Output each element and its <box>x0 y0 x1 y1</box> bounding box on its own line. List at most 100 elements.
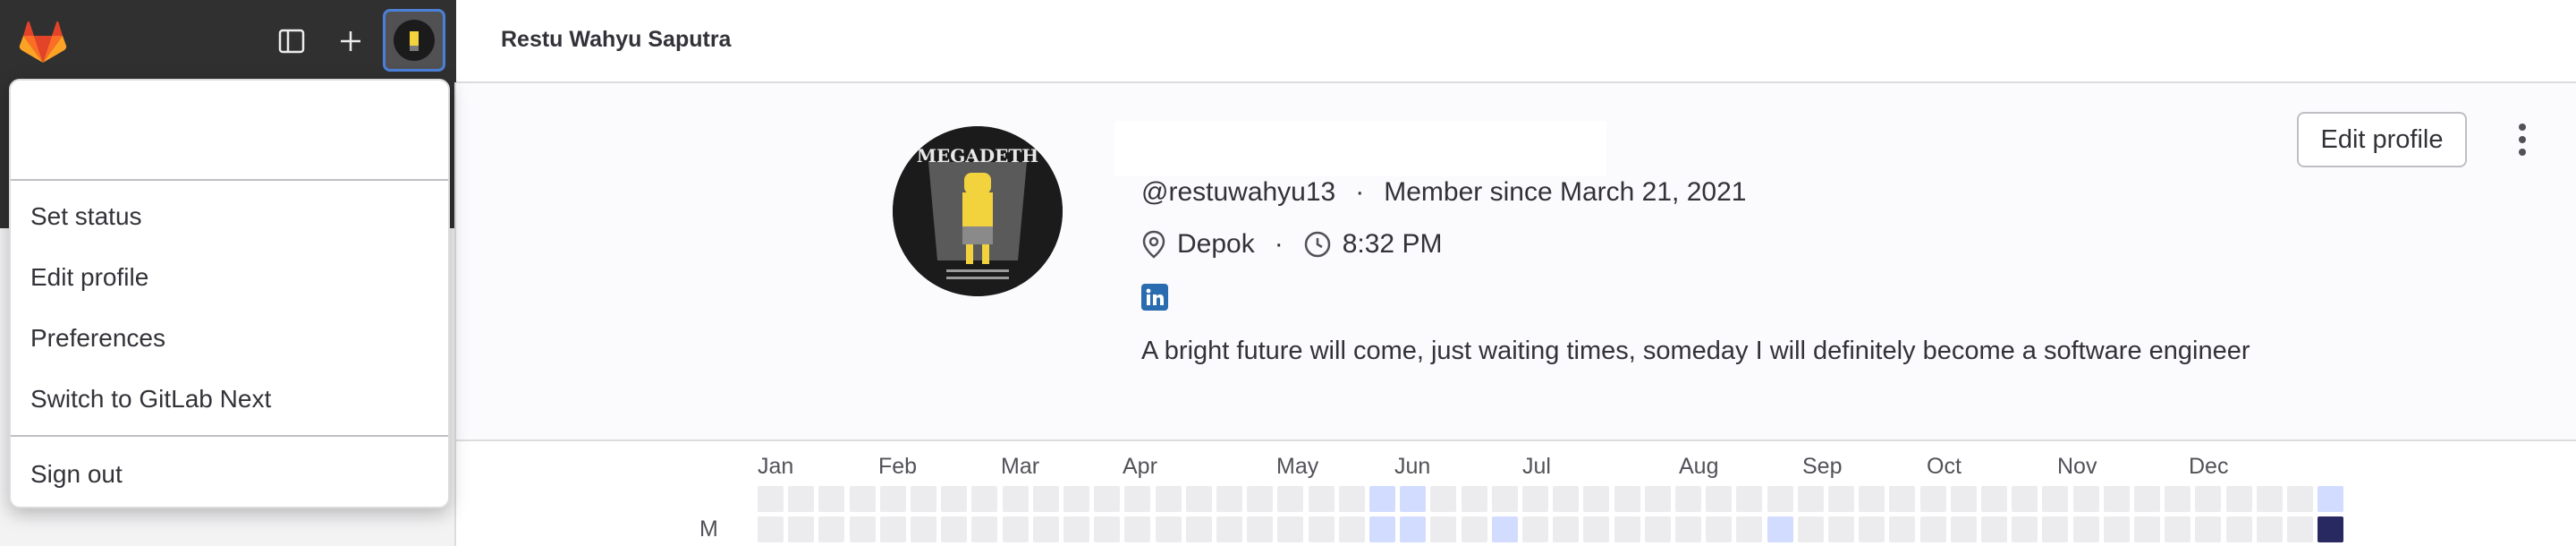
calendar-day-cell[interactable] <box>1247 486 1274 512</box>
calendar-day-cell[interactable] <box>2134 516 2160 542</box>
calendar-day-cell[interactable] <box>1491 486 1518 512</box>
calendar-day-cell[interactable] <box>1675 486 1701 512</box>
calendar-day-cell[interactable] <box>941 486 968 512</box>
calendar-day-cell[interactable] <box>788 516 815 542</box>
calendar-day-cell[interactable] <box>1553 516 1580 542</box>
more-actions-icon[interactable] <box>2504 117 2540 162</box>
calendar-day-cell[interactable] <box>2103 516 2130 542</box>
calendar-day-cell[interactable] <box>1491 516 1518 542</box>
calendar-day-cell[interactable] <box>1369 486 1395 512</box>
calendar-day-cell[interactable] <box>818 486 845 512</box>
calendar-day-cell[interactable] <box>1002 486 1029 512</box>
calendar-day-cell[interactable] <box>1155 516 1182 542</box>
calendar-day-cell[interactable] <box>758 516 784 542</box>
calendar-day-cell[interactable] <box>2165 516 2191 542</box>
create-new-icon[interactable] <box>329 20 372 63</box>
calendar-day-cell[interactable] <box>1736 516 1763 542</box>
calendar-day-cell[interactable] <box>788 486 815 512</box>
calendar-day-cell[interactable] <box>1675 516 1701 542</box>
calendar-day-cell[interactable] <box>2195 516 2222 542</box>
calendar-day-cell[interactable] <box>1094 516 1121 542</box>
calendar-day-cell[interactable] <box>849 516 876 542</box>
calendar-day-cell[interactable] <box>1614 486 1640 512</box>
calendar-day-cell[interactable] <box>2042 516 2069 542</box>
calendar-day-cell[interactable] <box>1981 516 2007 542</box>
calendar-day-cell[interactable] <box>1063 486 1089 512</box>
calendar-day-cell[interactable] <box>818 516 845 542</box>
calendar-day-cell[interactable] <box>1185 516 1212 542</box>
calendar-day-cell[interactable] <box>1950 486 1977 512</box>
calendar-day-cell[interactable] <box>1706 486 1733 512</box>
calendar-day-cell[interactable] <box>1859 516 1885 542</box>
sign-out-item[interactable]: Sign out <box>11 444 448 505</box>
calendar-day-cell[interactable] <box>1522 486 1548 512</box>
calendar-day-cell[interactable] <box>1583 516 1610 542</box>
calendar-day-cell[interactable] <box>1461 486 1487 512</box>
calendar-day-cell[interactable] <box>1277 486 1304 512</box>
calendar-day-cell[interactable] <box>1889 486 1916 512</box>
calendar-day-cell[interactable] <box>1889 516 1916 542</box>
edit-profile-item[interactable]: Edit profile <box>11 247 448 308</box>
calendar-day-cell[interactable] <box>1706 516 1733 542</box>
calendar-day-cell[interactable] <box>1644 486 1671 512</box>
calendar-day-cell[interactable] <box>1277 516 1304 542</box>
linkedin-icon[interactable] <box>1141 284 1168 311</box>
calendar-day-cell[interactable] <box>1981 486 2007 512</box>
calendar-day-cell[interactable] <box>1797 486 1824 512</box>
calendar-day-cell[interactable] <box>1032 486 1059 512</box>
calendar-day-cell[interactable] <box>2195 486 2222 512</box>
calendar-day-cell[interactable] <box>2256 486 2283 512</box>
user-avatar-button[interactable] <box>383 9 445 72</box>
calendar-day-cell[interactable] <box>1338 486 1365 512</box>
calendar-day-cell[interactable] <box>1828 516 1854 542</box>
calendar-day-cell[interactable] <box>758 486 784 512</box>
calendar-day-cell[interactable] <box>1216 516 1242 542</box>
calendar-day-cell[interactable] <box>1063 516 1089 542</box>
calendar-day-cell[interactable] <box>2165 486 2191 512</box>
calendar-day-cell[interactable] <box>2103 486 2130 512</box>
calendar-day-cell[interactable] <box>1338 516 1365 542</box>
calendar-day-cell[interactable] <box>971 486 998 512</box>
calendar-day-cell[interactable] <box>1583 486 1610 512</box>
calendar-day-cell[interactable] <box>849 486 876 512</box>
sidebar-toggle-icon[interactable] <box>270 20 313 63</box>
calendar-day-cell[interactable] <box>1400 486 1427 512</box>
calendar-day-cell[interactable] <box>2318 486 2344 512</box>
calendar-day-cell[interactable] <box>2225 516 2252 542</box>
calendar-day-cell[interactable] <box>1369 516 1395 542</box>
calendar-day-cell[interactable] <box>1736 486 1763 512</box>
calendar-day-cell[interactable] <box>1124 486 1151 512</box>
calendar-day-cell[interactable] <box>1767 516 1793 542</box>
calendar-day-cell[interactable] <box>879 516 906 542</box>
calendar-day-cell[interactable] <box>1614 516 1640 542</box>
edit-profile-button[interactable]: Edit profile <box>2297 112 2467 167</box>
calendar-day-cell[interactable] <box>1308 516 1335 542</box>
preferences-item[interactable]: Preferences <box>11 308 448 369</box>
calendar-day-cell[interactable] <box>1797 516 1824 542</box>
calendar-day-cell[interactable] <box>1216 486 1242 512</box>
calendar-day-cell[interactable] <box>1155 486 1182 512</box>
calendar-day-cell[interactable] <box>2012 516 2038 542</box>
set-status-item[interactable]: Set status <box>11 186 448 247</box>
calendar-day-cell[interactable] <box>2042 486 2069 512</box>
calendar-day-cell[interactable] <box>1461 516 1487 542</box>
calendar-day-cell[interactable] <box>1185 486 1212 512</box>
calendar-day-cell[interactable] <box>1644 516 1671 542</box>
calendar-day-cell[interactable] <box>1919 486 1946 512</box>
calendar-day-cell[interactable] <box>1553 486 1580 512</box>
calendar-day-cell[interactable] <box>1002 516 1029 542</box>
calendar-day-cell[interactable] <box>971 516 998 542</box>
calendar-day-cell[interactable] <box>1247 516 1274 542</box>
calendar-day-cell[interactable] <box>1124 516 1151 542</box>
calendar-day-cell[interactable] <box>1430 486 1457 512</box>
switch-to-gitlab-next-item[interactable]: Switch to GitLab Next <box>11 369 448 430</box>
calendar-day-cell[interactable] <box>941 516 968 542</box>
calendar-day-cell[interactable] <box>2287 516 2313 542</box>
calendar-day-cell[interactable] <box>2318 516 2344 542</box>
calendar-day-cell[interactable] <box>1430 516 1457 542</box>
calendar-day-cell[interactable] <box>1032 516 1059 542</box>
calendar-day-cell[interactable] <box>1522 516 1548 542</box>
calendar-day-cell[interactable] <box>2134 486 2160 512</box>
calendar-day-cell[interactable] <box>1767 486 1793 512</box>
gitlab-logo-icon[interactable] <box>18 16 68 66</box>
